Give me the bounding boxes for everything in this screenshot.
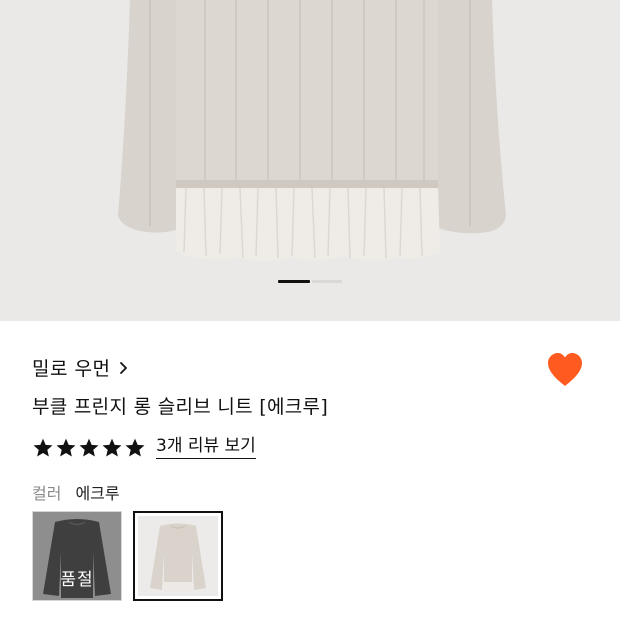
carousel-indicator-inactive[interactable] (312, 280, 342, 283)
color-option-row: 컬러 에크루 (32, 480, 120, 504)
carousel-indicator (278, 280, 342, 284)
selected-color: 에크루 (75, 484, 120, 503)
star-rating (32, 437, 146, 459)
product-photo (118, 0, 506, 261)
swatch-thumbnail (138, 516, 218, 596)
star-icon (102, 438, 122, 457)
ecru-knit-image (138, 516, 218, 596)
color-swatch-charcoal[interactable]: 품절 (32, 511, 122, 601)
brand-link[interactable]: 밀로 우먼 (32, 354, 130, 381)
product-title: 부클 프린지 롱 슬리브 니트 [에크루] (32, 396, 329, 418)
color-swatch-ecru[interactable] (133, 511, 223, 601)
star-icon (56, 438, 76, 457)
heart-icon[interactable] (546, 352, 584, 388)
star-icon (79, 438, 99, 457)
reviews-link[interactable]: 3개 리뷰 보기 (156, 436, 256, 459)
star-icon (33, 438, 53, 457)
rating-row: 3개 리뷰 보기 (32, 436, 256, 459)
product-image-carousel[interactable] (0, 0, 620, 321)
carousel-indicator-active (278, 280, 310, 283)
color-label: 컬러 (32, 484, 62, 503)
star-icon (125, 438, 145, 457)
sold-out-label: 품절 (60, 570, 94, 590)
chevron-right-icon (120, 361, 128, 374)
brand-name: 밀로 우먼 (32, 358, 111, 380)
